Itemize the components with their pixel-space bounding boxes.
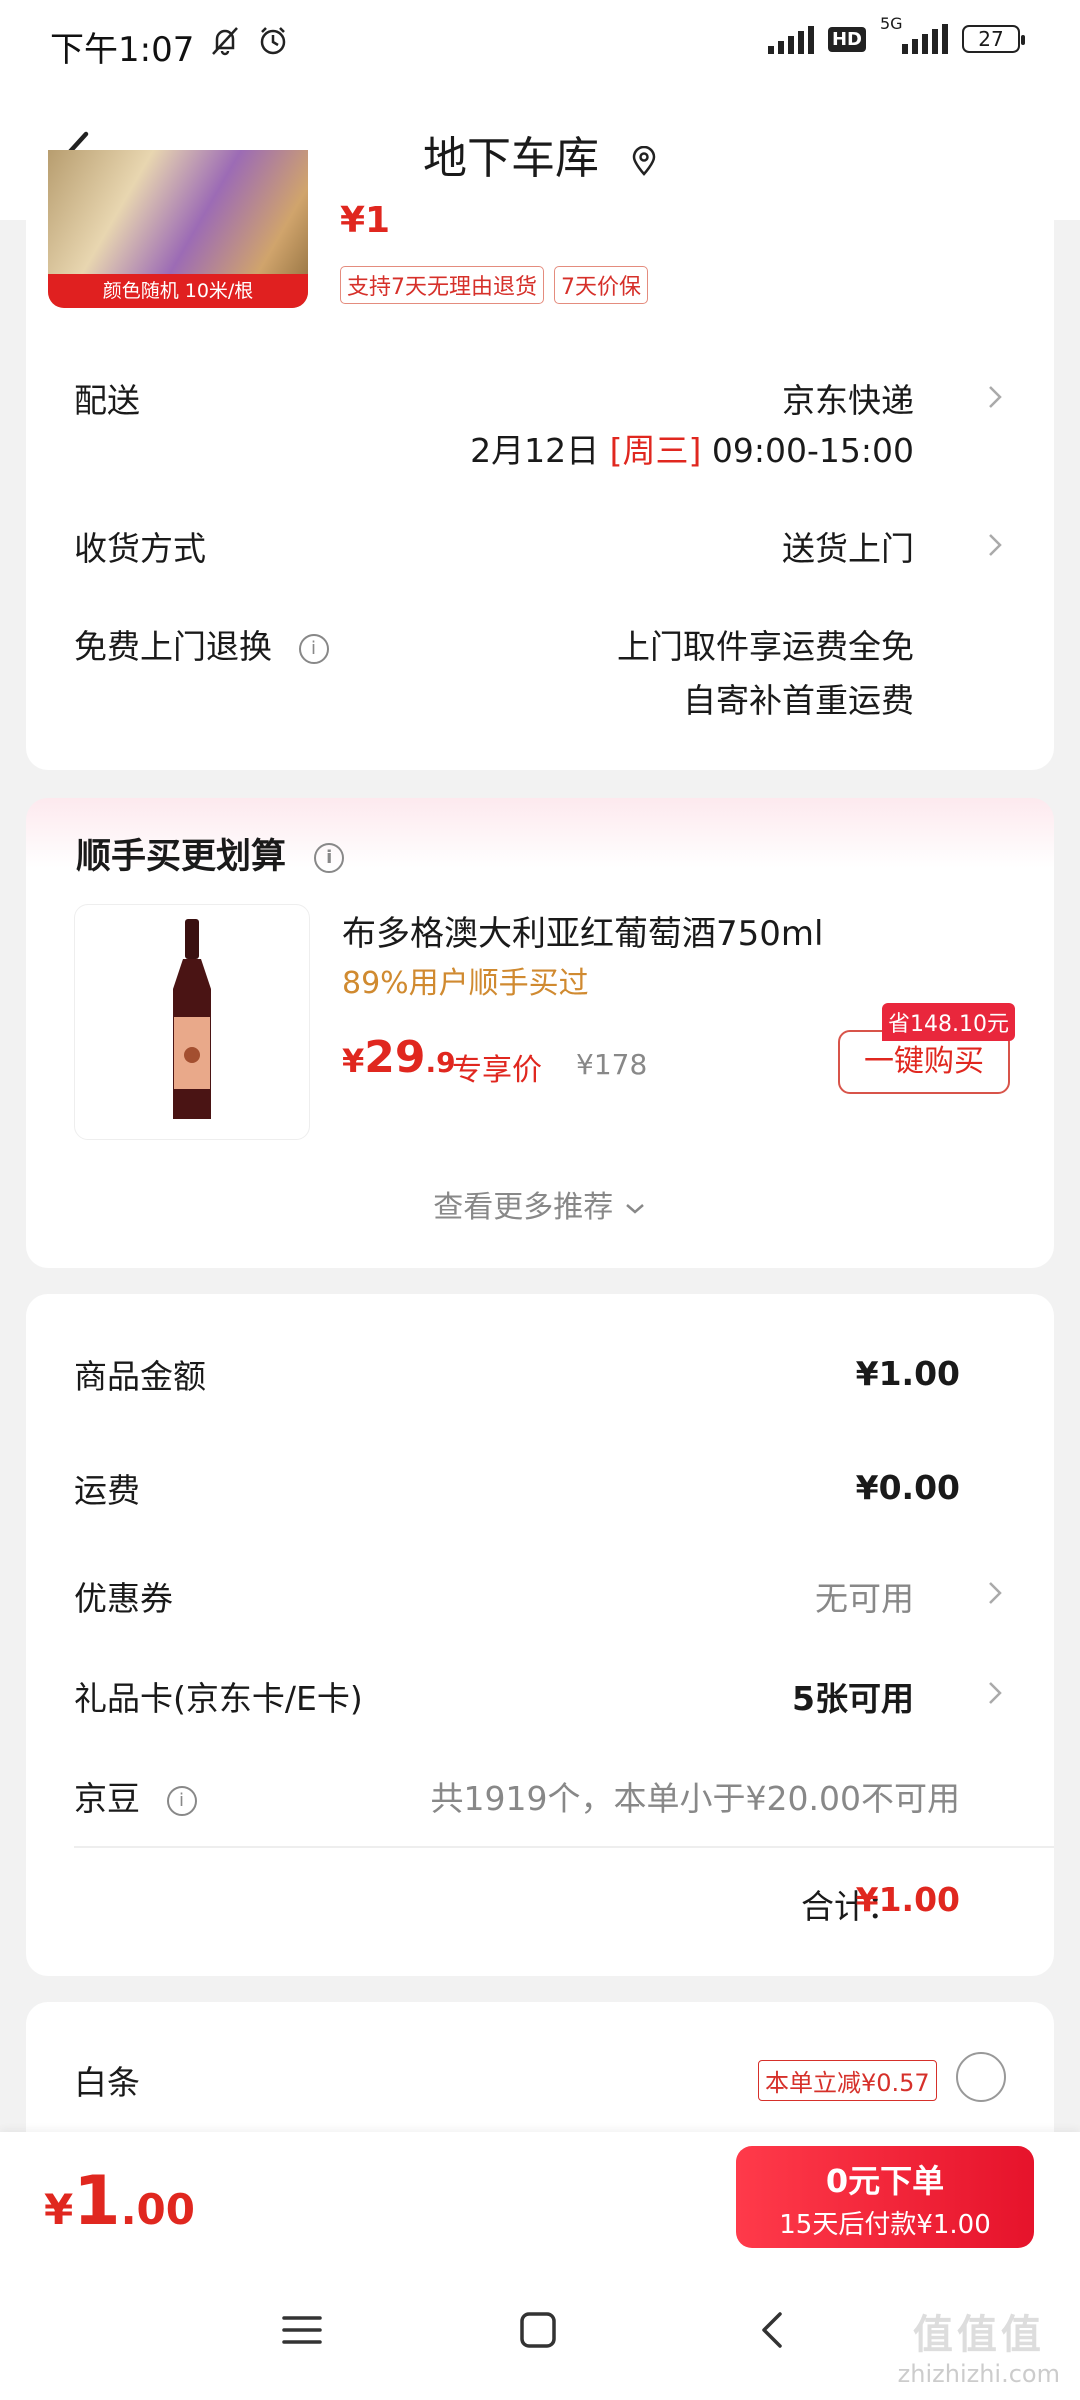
wine-popularity: 89%用户顺手买过 [342, 966, 589, 1001]
tag-no-reason-return: 支持7天无理由退货 [340, 266, 544, 304]
giftcard-value[interactable]: 5张可用 [792, 1672, 914, 1720]
pay-total: ¥1.00 [44, 2162, 195, 2241]
chevron-down-icon [625, 1204, 644, 1214]
tag-price-protect: 7天价保 [554, 266, 648, 304]
recommend-title-text: 顺手买更划算 [76, 837, 287, 877]
product-image-caption: 颜色随机 10米/根 [48, 274, 308, 308]
product-tags: 支持7天无理由退货 7天价保 [340, 266, 648, 304]
info-icon[interactable]: i [298, 633, 329, 664]
checkout-bar: ¥1.00 0元下单 15天后付款¥1.00 [0, 2132, 1080, 2264]
jingdou-label: 京豆 [74, 1779, 140, 1818]
wine-price-label: 专享价 [452, 1053, 542, 1088]
network-5g-icon: 5G [880, 14, 948, 54]
system-nav-bar: 值值值 zhizhizhi.com [0, 2264, 1080, 2400]
wine-price-symbol: ¥ [342, 1042, 365, 1080]
summary-divider [74, 1846, 1054, 1848]
total-value: ¥1.00 [855, 1880, 960, 1919]
pay-symbol: ¥ [44, 2185, 74, 2234]
watermark: 值值值 zhizhizhi.com [898, 2302, 1060, 2388]
status-bar: 下午1:07 HD 5G 27 [0, 0, 1080, 90]
menu-icon[interactable] [280, 2308, 324, 2352]
receive-method-value[interactable]: 送货上门 [782, 522, 914, 570]
delivery-label: 配送 [74, 381, 140, 420]
place-order-main: 0元下单 [825, 2162, 945, 2200]
page-title-text: 地下车库 [423, 133, 599, 184]
status-left-icons [208, 24, 290, 58]
status-right-icons: HD 5G 27 [767, 14, 1025, 54]
baitiao-label: 白条 [74, 2063, 140, 2102]
free-return-line1: 上门取件享运费全免 [617, 627, 914, 666]
place-order-button[interactable]: 0元下单 15天后付款¥1.00 [736, 2146, 1034, 2248]
delivery-window: 09:00-15:00 [711, 431, 914, 470]
location-pin-icon[interactable] [631, 146, 657, 176]
alarm-icon [260, 27, 286, 55]
more-recommend-link[interactable]: 查看更多推荐 [0, 1182, 1080, 1226]
free-return-line2: 自寄补首重运费 [683, 681, 914, 720]
delivery-weekday: [周三] [609, 431, 702, 470]
product-image[interactable]: 颜色随机 10米/根 [48, 150, 308, 308]
free-return-label: 免费上门退换 [74, 627, 272, 666]
pay-decimal: .00 [120, 2185, 195, 2234]
watermark-logo: 值值值 [912, 2312, 1045, 2358]
shipping-label: 运费 [74, 1471, 140, 1510]
more-recommend-text: 查看更多推荐 [433, 1190, 614, 1225]
baitiao-radio[interactable] [956, 2052, 1006, 2102]
wine-bottle-icon [173, 919, 211, 1119]
recommend-title: 顺手买更划算 i [76, 828, 345, 879]
wine-price: ¥29.9 [342, 1032, 456, 1083]
watermark-url: zhizhizhi.com [897, 2360, 1060, 2388]
coupon-chevron-icon[interactable] [985, 1578, 1005, 1608]
recommend-info-icon[interactable]: i [314, 843, 345, 873]
goods-amount-label: 商品金额 [74, 1357, 206, 1396]
jingdou-value: 共1919个，本单小于¥20.00不可用 [430, 1779, 960, 1818]
baitiao-promo-tag: 本单立减¥0.57 [758, 2060, 937, 2101]
signal-icon [767, 24, 814, 54]
hd-badge: HD [827, 26, 866, 52]
pay-integer: 1 [73, 2162, 121, 2241]
free-return-row: 免费上门退换 i [74, 620, 329, 668]
receive-chevron-icon[interactable] [985, 530, 1005, 560]
product-price: ¥1 [340, 200, 391, 241]
back-icon[interactable] [752, 2308, 796, 2352]
receive-method-label: 收货方式 [74, 529, 206, 568]
mute-bell-icon [212, 27, 238, 56]
home-icon[interactable] [516, 2308, 560, 2352]
giftcard-chevron-icon[interactable] [985, 1678, 1005, 1708]
jingdou-row: 京豆 i [74, 1772, 197, 1820]
delivery-date: 2月12日 [470, 431, 600, 470]
place-order-sub: 15天后付款¥1.00 [779, 2210, 991, 2240]
battery-icon: 27 [962, 25, 1025, 53]
jingdou-info-icon[interactable]: i [166, 1785, 197, 1816]
shipping-value: ¥0.00 [855, 1468, 960, 1507]
delivery-time[interactable]: 2月12日 [周三] 09:00-15:00 [470, 424, 914, 472]
goods-amount-value: ¥1.00 [855, 1354, 960, 1393]
wine-price-int: 29 [364, 1032, 426, 1083]
save-badge: 省148.10元 [882, 1003, 1015, 1041]
wine-image[interactable] [74, 904, 310, 1140]
giftcard-label: 礼品卡(京东卡/E卡) [74, 1679, 363, 1718]
wine-original-price: ¥178 [576, 1048, 648, 1081]
coupon-label: 优惠券 [74, 1579, 173, 1618]
delivery-carrier[interactable]: 京东快递 [782, 374, 914, 422]
coupon-value[interactable]: 无可用 [815, 1572, 914, 1620]
delivery-chevron-icon[interactable] [985, 382, 1005, 412]
status-time: 下午1:07 [50, 30, 195, 70]
battery-level: 27 [978, 27, 1004, 51]
network-type: 5G [880, 14, 903, 33]
wine-name[interactable]: 布多格澳大利亚红葡萄酒750ml [342, 906, 823, 955]
